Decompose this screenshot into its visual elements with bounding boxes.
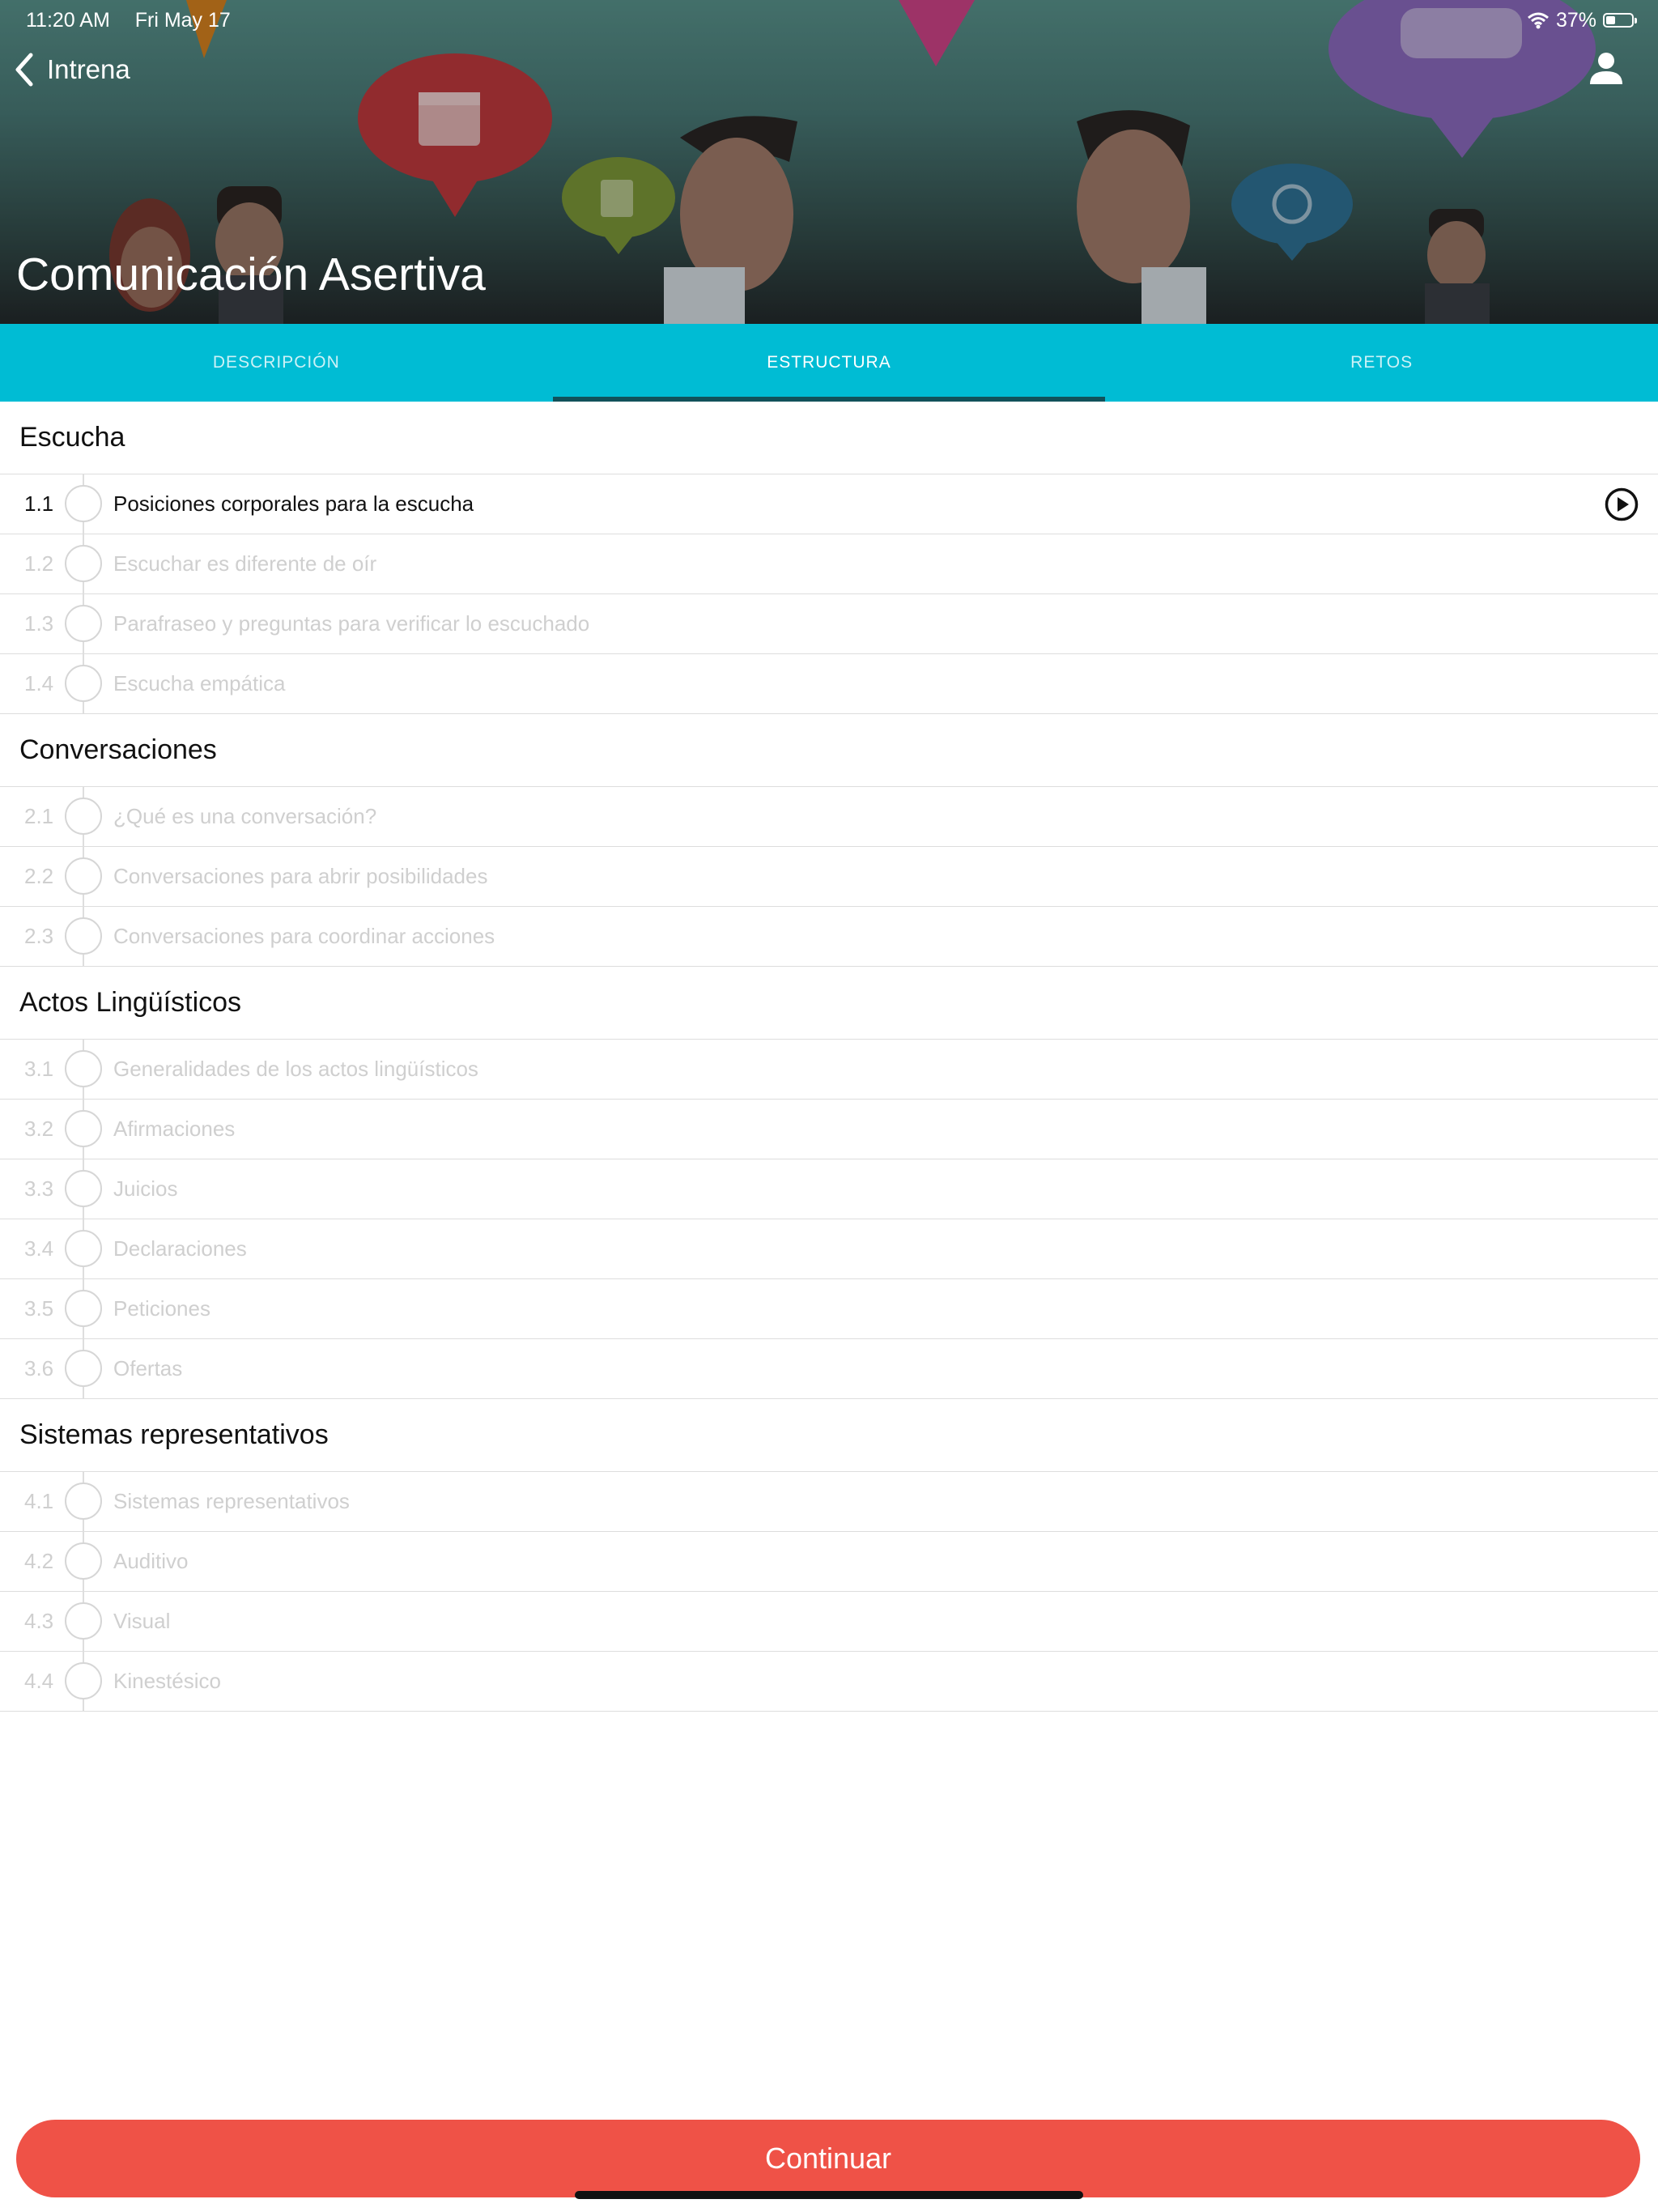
back-button[interactable]: Intrena — [13, 47, 130, 92]
lesson-status-circle-icon — [65, 1050, 102, 1087]
battery-percentage: 37% — [1555, 9, 1596, 32]
lesson-row[interactable]: 1.1 Posiciones corporales para la escuch… — [0, 474, 1658, 534]
lesson-number: 3.2 — [24, 1117, 54, 1141]
lesson-row[interactable]: 3.3 Juicios — [0, 1159, 1658, 1219]
lesson-status-circle-icon — [65, 1110, 102, 1147]
lesson-status-circle-icon — [65, 1602, 102, 1640]
lesson-title: Generalidades de los actos lingüísticos — [113, 1057, 478, 1081]
lesson-title: Kinestésico — [113, 1669, 221, 1693]
lesson-title: ¿Qué es una conversación? — [113, 804, 377, 828]
lesson-row[interactable]: 3.6 Ofertas — [0, 1339, 1658, 1399]
lesson-title: Conversaciones para coordinar acciones — [113, 924, 495, 948]
lesson-status-circle-icon — [65, 857, 102, 895]
lesson-row[interactable]: 1.3 Parafraseo y preguntas para verifica… — [0, 594, 1658, 654]
lesson-number: 1.2 — [24, 551, 54, 576]
lesson-status-circle-icon — [65, 1290, 102, 1327]
lesson-number: 2.3 — [24, 924, 54, 948]
lesson-title: Sistemas representativos — [113, 1489, 350, 1513]
lesson-status-circle-icon — [65, 665, 102, 702]
lesson-title: Conversaciones para abrir posibilidades — [113, 864, 488, 888]
lesson-title: Afirmaciones — [113, 1117, 236, 1141]
lesson-row[interactable]: 1.2 Escuchar es diferente de oír — [0, 534, 1658, 594]
lesson-row[interactable]: 3.1 Generalidades de los actos lingüísti… — [0, 1040, 1658, 1100]
battery-level-fill — [1606, 16, 1615, 24]
lesson-number: 3.3 — [24, 1176, 54, 1201]
lesson-status-circle-icon — [65, 1350, 102, 1387]
lesson-status-circle-icon — [65, 1170, 102, 1207]
lesson-number: 2.1 — [24, 804, 54, 828]
section-header: Escucha — [0, 402, 1658, 474]
lesson-title: Declaraciones — [113, 1236, 247, 1261]
battery-icon — [1603, 13, 1637, 28]
lesson-row[interactable]: 2.3 Conversaciones para coordinar accion… — [0, 907, 1658, 967]
tab-label: RETOS — [1350, 353, 1414, 372]
lesson-title: Ofertas — [113, 1356, 183, 1380]
status-date: Fri May 17 — [134, 9, 231, 32]
lesson-status-circle-icon — [65, 545, 102, 582]
lesson-title: Juicios — [113, 1176, 178, 1201]
lesson-number: 3.1 — [24, 1057, 54, 1081]
section-header: Actos Lingüísticos — [0, 967, 1658, 1040]
lesson-status-circle-icon — [65, 1482, 102, 1520]
lesson-status-circle-icon — [65, 798, 102, 835]
section-header: Sistemas representativos — [0, 1399, 1658, 1472]
lesson-number: 4.4 — [24, 1669, 54, 1693]
tab-retos[interactable]: RETOS — [1105, 324, 1658, 402]
lesson-status-circle-icon — [65, 485, 102, 522]
lesson-number: 3.6 — [24, 1356, 54, 1380]
lesson-row[interactable]: 1.4 Escucha empática — [0, 654, 1658, 714]
lesson-title: Visual — [113, 1609, 171, 1633]
back-chevron-icon — [15, 53, 33, 87]
status-time: 11:20 AM — [26, 9, 110, 32]
lesson-number: 1.3 — [24, 611, 54, 636]
course-structure-list: Escucha 1.1 Posiciones corporales para l… — [0, 402, 1658, 1712]
back-button-label: Intrena — [47, 54, 130, 84]
continue-button[interactable]: Continuar — [16, 2120, 1640, 2197]
lesson-number: 3.5 — [24, 1296, 54, 1321]
lesson-number: 1.1 — [24, 491, 54, 516]
lesson-number: 1.4 — [24, 671, 54, 696]
wifi-icon — [1527, 12, 1549, 29]
home-indicator — [575, 2191, 1083, 2199]
lesson-row[interactable]: 3.5 Peticiones — [0, 1279, 1658, 1339]
lesson-number: 2.2 — [24, 864, 54, 888]
lesson-number: 4.1 — [24, 1489, 54, 1513]
profile-icon[interactable] — [1587, 49, 1626, 87]
lesson-number: 3.4 — [24, 1236, 54, 1261]
status-bar-right: 37% — [1527, 6, 1637, 34]
lesson-row[interactable]: 3.4 Declaraciones — [0, 1219, 1658, 1279]
lesson-row[interactable]: 4.1 Sistemas representativos — [0, 1472, 1658, 1532]
lesson-row[interactable]: 4.2 Auditivo — [0, 1532, 1658, 1592]
lesson-status-circle-icon — [65, 1662, 102, 1699]
lesson-number: 4.2 — [24, 1549, 54, 1573]
lesson-row[interactable]: 2.1 ¿Qué es una conversación? — [0, 787, 1658, 847]
status-bar-left: 11:20 AM Fri May 17 — [26, 6, 250, 34]
lesson-status-circle-icon — [65, 1230, 102, 1267]
lesson-row[interactable]: 4.4 Kinestésico — [0, 1652, 1658, 1712]
play-circle-icon[interactable] — [1605, 487, 1639, 521]
lesson-row[interactable]: 4.3 Visual — [0, 1592, 1658, 1652]
course-title: Comunicación Asertiva — [16, 249, 486, 300]
lesson-row[interactable]: 2.2 Conversaciones para abrir posibilida… — [0, 847, 1658, 907]
course-header-banner: 11:20 AM Fri May 17 37% Intrena Comunica… — [0, 0, 1658, 324]
lesson-title: Peticiones — [113, 1296, 210, 1321]
tab-label: ESTRUCTURA — [767, 353, 891, 372]
lesson-row[interactable]: 3.2 Afirmaciones — [0, 1100, 1658, 1159]
lesson-title: Auditivo — [113, 1549, 189, 1573]
lesson-number: 4.3 — [24, 1609, 54, 1633]
lesson-title: Posiciones corporales para la escucha — [113, 491, 474, 516]
tab-label: DESCRIPCIÓN — [212, 353, 340, 372]
lesson-status-circle-icon — [65, 1542, 102, 1580]
tab-descripcion[interactable]: DESCRIPCIÓN — [0, 324, 553, 402]
lesson-title: Escucha empática — [113, 671, 286, 696]
tab-bar: DESCRIPCIÓN ESTRUCTURA RETOS — [0, 324, 1658, 402]
lesson-title: Escuchar es diferente de oír — [113, 551, 377, 576]
lesson-status-circle-icon — [65, 917, 102, 955]
lesson-title: Parafraseo y preguntas para verificar lo… — [113, 611, 590, 636]
section-header: Conversaciones — [0, 714, 1658, 787]
lesson-status-circle-icon — [65, 605, 102, 642]
tab-estructura[interactable]: ESTRUCTURA — [552, 324, 1106, 402]
